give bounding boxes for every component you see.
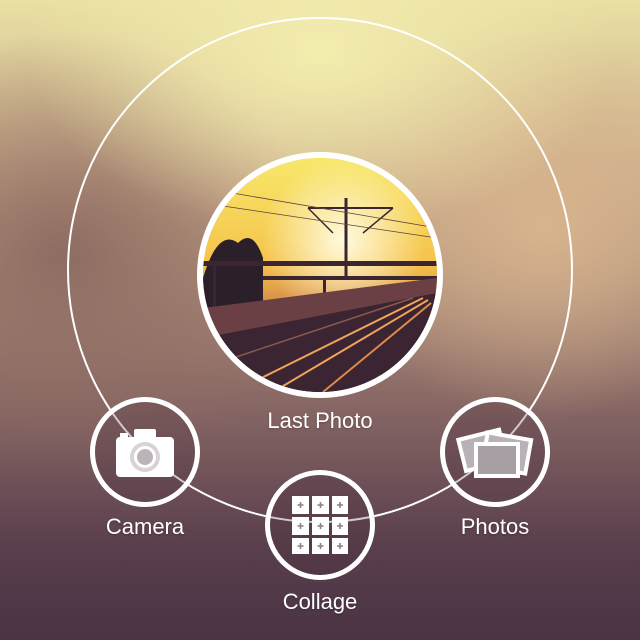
photos-label: Photos bbox=[460, 514, 530, 539]
radial-menu: Last Photo Camera Collage Photos bbox=[0, 0, 640, 640]
last-photo-label: Last Photo bbox=[267, 408, 373, 433]
photos-stack-icon bbox=[455, 427, 534, 478]
collage-button[interactable] bbox=[265, 470, 375, 580]
camera-icon bbox=[116, 429, 174, 477]
camera-button[interactable] bbox=[90, 397, 200, 507]
collage-label: Collage bbox=[282, 589, 358, 614]
collage-grid-icon bbox=[292, 496, 348, 554]
photos-button[interactable] bbox=[440, 397, 550, 507]
railway-sunset-thumbnail bbox=[203, 158, 437, 392]
last-photo-button[interactable] bbox=[197, 152, 443, 398]
camera-label: Camera bbox=[105, 514, 185, 539]
